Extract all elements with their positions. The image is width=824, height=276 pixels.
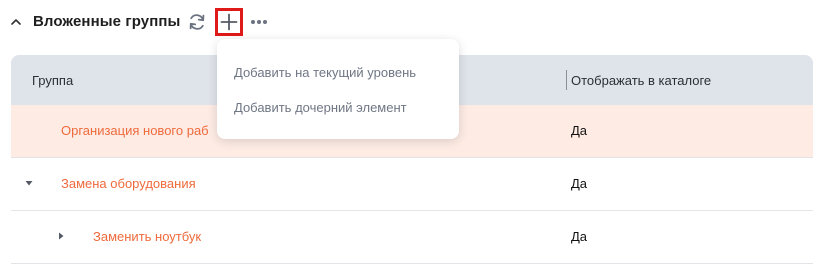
- section-title: Вложенные группы: [33, 13, 181, 30]
- add-dropdown-menu: Добавить на текущий уровень Добавить доч…: [217, 39, 459, 139]
- column-header-group[interactable]: Группа: [32, 73, 73, 88]
- display-in-catalog-value: Да: [571, 123, 588, 138]
- display-in-catalog-value: Да: [571, 229, 588, 244]
- caret-down-icon[interactable]: [25, 179, 33, 187]
- display-in-catalog-value: Да: [571, 176, 588, 191]
- more-horizontal-icon[interactable]: [250, 13, 268, 31]
- column-divider[interactable]: [566, 70, 567, 90]
- column-header-display-in-catalog[interactable]: Отображать в каталоге: [571, 73, 711, 88]
- group-name-link[interactable]: Заменить ноутбук: [93, 229, 201, 244]
- menu-item-add-child-element[interactable]: Добавить дочерний элемент: [234, 100, 407, 115]
- table-row[interactable]: Заменить ноутбук Да: [11, 211, 813, 264]
- refresh-icon[interactable]: [186, 11, 208, 33]
- group-name-link[interactable]: Замена оборудования: [61, 176, 196, 191]
- chevron-up-icon[interactable]: [10, 16, 22, 28]
- group-name-link[interactable]: Организация нового раб: [61, 123, 209, 138]
- table-row[interactable]: Замена оборудования Да: [11, 158, 813, 211]
- menu-item-add-current-level[interactable]: Добавить на текущий уровень: [234, 65, 416, 80]
- caret-right-icon[interactable]: [57, 232, 65, 240]
- plus-icon: [220, 13, 238, 31]
- add-button[interactable]: [215, 8, 243, 36]
